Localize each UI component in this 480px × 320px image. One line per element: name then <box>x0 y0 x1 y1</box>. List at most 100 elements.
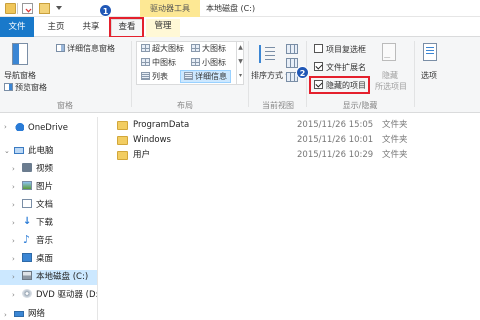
tab-file[interactable]: 文件 <box>0 17 34 37</box>
ribbon: 导航窗格 预览窗格 详细信息窗格 窗格 超大图标 大图标 中图标 小图标 列表 … <box>0 37 480 113</box>
file-type: 文件夹 <box>382 150 408 160</box>
navigation-pane-icon[interactable] <box>12 43 28 65</box>
layout-gallery: 超大图标 大图标 中图标 小图标 列表 详细信息 <box>136 41 244 85</box>
details-pane-icon <box>56 44 65 52</box>
layout-large-label: 大图标 <box>202 44 226 53</box>
highlight-box-hidden-items <box>309 76 370 94</box>
title-bar: 驱动器工具 本地磁盘 (C:) <box>0 0 480 17</box>
expand-local-disk-icon[interactable]: › <box>12 273 15 281</box>
tab-share[interactable]: 共享 <box>76 20 106 35</box>
vertical-scrollbar[interactable] <box>472 117 480 320</box>
layout-scroll[interactable]: ▲ ▼ ▾ <box>236 41 244 85</box>
ribbon-tab-row: 文件 主页 共享 查看 管理 ? <box>0 17 480 48</box>
hide-selected-line1[interactable]: 隐藏 <box>382 70 398 81</box>
expand-pictures-icon[interactable]: › <box>12 183 15 191</box>
desktop-icon <box>22 253 32 262</box>
expand-network-icon[interactable]: › <box>4 311 7 319</box>
gallery-expand-icon[interactable]: ▾ <box>237 69 244 83</box>
nav-item-downloads[interactable]: 下载 <box>22 214 97 231</box>
expand-documents-icon[interactable]: › <box>12 201 15 209</box>
file-row[interactable]: 用户 2015/11/26 10:29 文件夹 <box>117 148 457 163</box>
nav-label: DVD 驱动器 (D: <box>36 290 98 300</box>
nav-item-dvd-drive[interactable]: DVD 驱动器 (D: <box>22 288 98 303</box>
step-badge-2: 2 <box>296 66 309 79</box>
hide-selected-items-icon[interactable] <box>382 43 396 61</box>
nav-label: 文档 <box>36 200 54 210</box>
network-icon <box>14 311 24 317</box>
options-button[interactable]: 选项 <box>421 70 437 81</box>
item-checkboxes-checkbox[interactable] <box>314 44 323 53</box>
expand-onedrive-icon[interactable]: › <box>4 123 7 131</box>
add-columns-icon[interactable] <box>286 58 298 68</box>
file-extensions-label: 文件扩展名 <box>326 63 366 72</box>
tab-manage[interactable]: 管理 <box>146 19 180 37</box>
file-extensions-checkbox[interactable] <box>314 62 323 71</box>
expand-dvd-icon[interactable]: › <box>12 291 15 299</box>
file-name: Windows <box>133 135 171 145</box>
layout-small-label: 小图标 <box>202 58 226 67</box>
preview-pane-icon <box>4 83 13 91</box>
details-pane-button[interactable]: 详细信息窗格 <box>56 43 115 54</box>
options-icon[interactable] <box>423 43 437 61</box>
file-row[interactable]: ProgramData 2015/11/26 15:05 文件夹 <box>117 118 457 133</box>
pictures-icon <box>22 181 32 190</box>
expand-desktop-icon[interactable]: › <box>12 255 15 263</box>
nav-label: 图片 <box>36 182 54 192</box>
layout-details[interactable]: 详细信息 <box>180 70 231 83</box>
item-checkboxes-option[interactable]: 项目复选框 <box>314 44 366 55</box>
nav-label: 本地磁盘 (C:) <box>36 272 89 282</box>
group-separator <box>248 41 249 107</box>
file-extensions-option[interactable]: 文件扩展名 <box>314 62 366 73</box>
file-date: 2015/11/26 10:01 <box>297 135 374 145</box>
nav-item-pictures[interactable]: 图片 <box>22 180 97 195</box>
expand-downloads-icon[interactable]: › <box>12 219 15 227</box>
layout-small-icons[interactable]: 小图标 <box>191 57 226 68</box>
nav-item-videos[interactable]: 视频 <box>22 162 97 177</box>
this-pc-icon <box>14 147 24 154</box>
nav-item-documents[interactable]: 文档 <box>22 198 97 213</box>
highlight-box-view-tab <box>109 17 144 38</box>
expand-music-icon[interactable]: › <box>12 237 15 245</box>
navigation-pane-button[interactable]: 导航窗格 <box>4 70 36 81</box>
hide-selected-line2[interactable]: 所选项目 <box>375 81 407 92</box>
expand-this-pc-icon[interactable]: ⌄ <box>4 147 10 155</box>
scroll-down-icon[interactable]: ▼ <box>237 55 244 69</box>
nav-label: 下载 <box>36 218 54 228</box>
nav-item-network[interactable]: 网络 <box>14 307 97 320</box>
sort-by-button[interactable]: 排序方式 ▾ <box>251 70 290 81</box>
preview-pane-button[interactable]: 预览窗格 <box>4 82 47 93</box>
group-by-icon[interactable] <box>286 44 298 54</box>
nav-item-desktop[interactable]: 桌面 <box>22 252 97 267</box>
layout-list[interactable]: 列表 <box>141 71 168 82</box>
nav-label: 此电脑 <box>28 146 54 156</box>
details-icon <box>184 72 193 80</box>
file-row[interactable]: Windows 2015/11/26 10:01 文件夹 <box>117 133 457 148</box>
layout-medium-icons[interactable]: 中图标 <box>141 57 176 68</box>
nav-item-onedrive[interactable]: OneDrive <box>14 121 97 136</box>
tab-home[interactable]: 主页 <box>40 20 72 35</box>
file-type: 文件夹 <box>382 120 408 130</box>
small-icons-icon <box>191 58 200 66</box>
folder-icon <box>117 151 128 160</box>
folder-icon <box>117 136 128 145</box>
group-separator <box>131 41 132 107</box>
properties-icon[interactable] <box>22 3 33 14</box>
item-checkboxes-label: 项目复选框 <box>326 45 366 54</box>
nav-item-music[interactable]: 音乐 <box>22 232 97 249</box>
documents-icon <box>22 199 32 208</box>
new-folder-icon[interactable] <box>39 3 50 14</box>
folder-icon <box>5 3 16 14</box>
dvd-icon <box>22 289 32 298</box>
layout-extra-large-icons[interactable]: 超大图标 <box>141 43 184 54</box>
onedrive-icon <box>14 122 24 131</box>
file-name: ProgramData <box>133 120 190 130</box>
layout-large-icons[interactable]: 大图标 <box>191 43 226 54</box>
scroll-up-icon[interactable]: ▲ <box>237 41 244 55</box>
expand-videos-icon[interactable]: › <box>12 165 15 173</box>
customize-toolbar-icon[interactable] <box>56 6 62 10</box>
sort-by-icon[interactable] <box>256 43 278 67</box>
separator <box>17 3 18 14</box>
extra-large-icons-icon <box>141 44 150 52</box>
nav-item-this-pc[interactable]: 此电脑 <box>14 144 97 159</box>
large-icons-icon <box>191 44 200 52</box>
